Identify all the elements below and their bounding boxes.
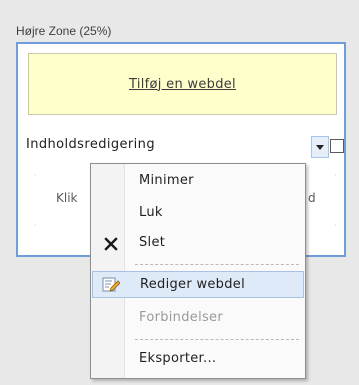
corner-dot: ·: [334, 221, 337, 230]
menu-separator: [135, 264, 299, 265]
menu-item-minimize[interactable]: Minimer: [92, 168, 304, 195]
add-webpart-link[interactable]: Tilføj en webdel: [129, 77, 236, 92]
menu-item-close[interactable]: Luk: [92, 200, 304, 227]
menu-item-label: Luk: [139, 205, 163, 220]
edit-webpart-icon: [102, 277, 120, 292]
menu-item-label: Eksporter...: [139, 351, 217, 366]
menu-item-export[interactable]: Eksporter...: [92, 346, 304, 373]
webpart-dropdown-menu: Minimer Luk Slet Rediger webdel Forbinde…: [90, 163, 306, 379]
corner-dot: ·: [334, 171, 337, 180]
menu-item-delete[interactable]: Slet: [92, 230, 304, 257]
webpart-menu-button[interactable]: [311, 136, 329, 158]
menu-item-label: Rediger webdel: [140, 277, 245, 292]
delete-x-icon: [104, 237, 118, 251]
menu-item-label: Slet: [139, 235, 166, 250]
webpart-select-checkbox[interactable]: [330, 139, 344, 153]
menu-item-label: Forbindelser: [139, 310, 223, 325]
webpart-title: Indholdsredigering: [26, 137, 155, 152]
webpart-body-text-left: Klik: [56, 191, 78, 205]
menu-separator: [135, 339, 299, 340]
chevron-down-icon: [316, 144, 324, 150]
zone-title: Højre Zone (25%): [16, 24, 112, 38]
add-webpart-box: Tilføj en webdel: [28, 53, 337, 115]
menu-item-edit-webpart[interactable]: Rediger webdel: [92, 271, 304, 298]
menu-item-label: Minimer: [139, 173, 194, 188]
menu-item-connections: Forbindelser: [92, 305, 304, 332]
webpart-body-text-right: d: [308, 191, 316, 205]
corner-dot: ·: [34, 171, 37, 180]
corner-dot: ·: [34, 221, 37, 230]
